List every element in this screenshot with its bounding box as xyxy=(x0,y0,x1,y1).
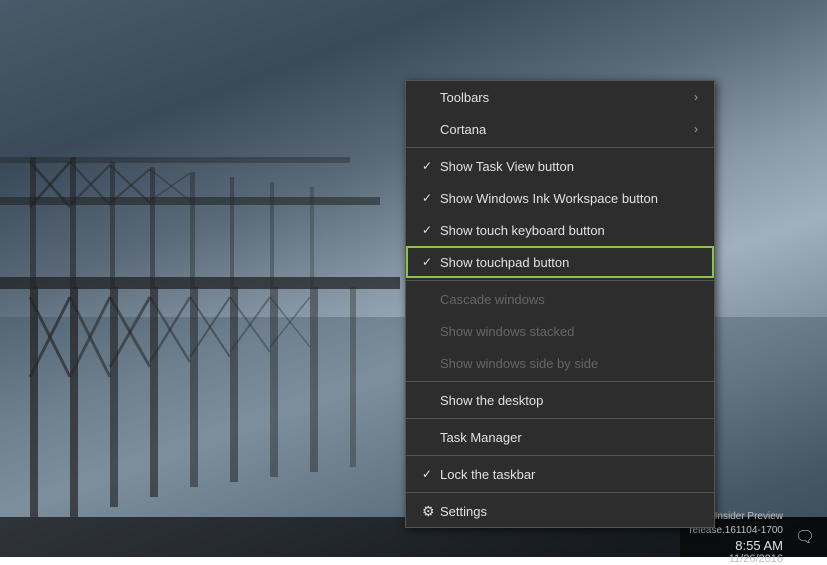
menu-item-settings[interactable]: ⚙Settings xyxy=(406,495,714,527)
menu-label-stacked: Show windows stacked xyxy=(440,324,698,339)
menu-item-toolbars[interactable]: Toolbars› xyxy=(406,81,714,113)
menu-item-show-desktop[interactable]: Show the desktop xyxy=(406,384,714,416)
menu-item-ink-workspace[interactable]: ✓Show Windows Ink Workspace button xyxy=(406,182,714,214)
separator-13 xyxy=(406,418,714,419)
menu-label-task-manager: Task Manager xyxy=(440,430,698,445)
chevron-cortana: › xyxy=(694,122,698,136)
menu-label-cascade: Cascade windows xyxy=(440,292,698,307)
menu-label-task-view: Show Task View button xyxy=(440,159,698,174)
checkmark-settings: ⚙ xyxy=(422,503,440,520)
menu-label-settings: Settings xyxy=(440,504,698,519)
notification-icon[interactable]: 🗨 xyxy=(791,523,819,551)
checkmark-lock-taskbar: ✓ xyxy=(422,467,440,481)
menu-label-touch-keyboard: Show touch keyboard button xyxy=(440,223,698,238)
separator-11 xyxy=(406,381,714,382)
taskbar-time: 8:55 AM xyxy=(735,538,783,553)
menu-label-toolbars: Toolbars xyxy=(440,90,694,105)
menu-item-touchpad[interactable]: ✓Show touchpad button xyxy=(406,246,714,278)
menu-label-cortana: Cortana xyxy=(440,122,694,137)
separator-2 xyxy=(406,147,714,148)
menu-item-side-by-side: Show windows side by side xyxy=(406,347,714,379)
menu-item-stacked: Show windows stacked xyxy=(406,315,714,347)
menu-item-task-manager[interactable]: Task Manager xyxy=(406,421,714,453)
separator-7 xyxy=(406,280,714,281)
menu-label-side-by-side: Show windows side by side xyxy=(440,356,698,371)
menu-item-task-view[interactable]: ✓Show Task View button xyxy=(406,150,714,182)
separator-15 xyxy=(406,455,714,456)
menu-label-lock-taskbar: Lock the taskbar xyxy=(440,467,698,482)
menu-item-cortana[interactable]: Cortana› xyxy=(406,113,714,145)
taskbar-date: 11/26/2016 xyxy=(729,553,783,565)
menu-item-lock-taskbar[interactable]: ✓Lock the taskbar xyxy=(406,458,714,490)
checkmark-ink-workspace: ✓ xyxy=(422,191,440,205)
menu-label-touchpad: Show touchpad button xyxy=(440,255,698,270)
menu-label-show-desktop: Show the desktop xyxy=(440,393,698,408)
separator-17 xyxy=(406,492,714,493)
chevron-toolbars: › xyxy=(694,90,698,104)
checkmark-touchpad: ✓ xyxy=(422,255,440,269)
menu-item-cascade: Cascade windows xyxy=(406,283,714,315)
checkmark-touch-keyboard: ✓ xyxy=(422,223,440,237)
menu-label-ink-workspace: Show Windows Ink Workspace button xyxy=(440,191,698,206)
context-menu: Toolbars›Cortana›✓Show Task View button✓… xyxy=(405,80,715,528)
menu-item-touch-keyboard[interactable]: ✓Show touch keyboard button xyxy=(406,214,714,246)
checkmark-task-view: ✓ xyxy=(422,159,440,173)
